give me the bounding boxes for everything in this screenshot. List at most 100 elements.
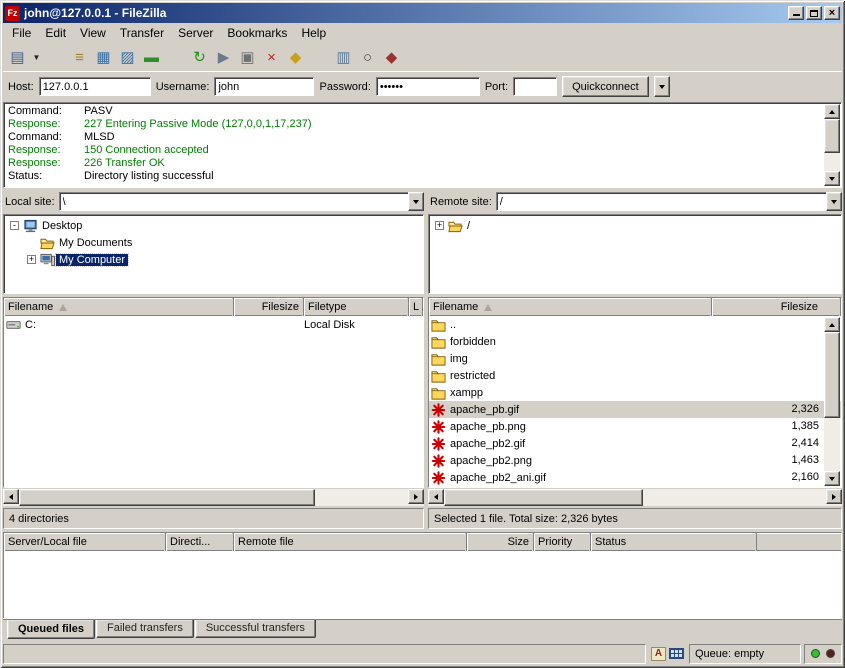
queue-tab[interactable]: Queued files [7, 620, 95, 639]
titlebar[interactable]: Fz john@127.0.0.1 - FileZilla × [3, 3, 842, 23]
filter-button[interactable]: ◆ [284, 47, 307, 69]
toolbar-separator[interactable] [164, 47, 187, 69]
scroll-up-button[interactable] [824, 317, 840, 332]
password-input[interactable] [376, 77, 480, 96]
remote-site-input[interactable] [496, 192, 826, 211]
remote-file-row[interactable]: apache_pb.gif 2,326 [429, 401, 841, 418]
keypad-icon[interactable] [669, 648, 684, 659]
scroll-left-button[interactable] [3, 489, 19, 504]
queue-body[interactable] [4, 551, 841, 618]
log-lines: Command: PASV Response: 227 Entering Pas… [4, 103, 841, 185]
menu-item[interactable]: Help [294, 24, 333, 43]
port-input[interactable] [513, 77, 557, 96]
scroll-left-button[interactable] [428, 489, 444, 504]
remote-file-row[interactable]: xampp [429, 384, 841, 401]
scroll-up-button[interactable] [824, 104, 840, 119]
remote-site-dropdown-button[interactable] [826, 192, 842, 211]
port-label: Port: [485, 81, 508, 93]
toolbar-separator[interactable] [308, 47, 331, 69]
column-header[interactable]: Filesize [234, 298, 304, 316]
scrollbar-thumb[interactable] [444, 489, 643, 506]
refresh-button[interactable]: ↻ [188, 47, 211, 69]
local-site-dropdown-button[interactable] [408, 192, 424, 211]
tree-expander-icon[interactable]: - [10, 221, 19, 230]
remote-pane: Remote site: + / [428, 190, 842, 529]
process-queue-button[interactable]: ▶ [212, 47, 235, 69]
remote-file-rows: .. forbidden [429, 316, 841, 486]
toolbar-separator[interactable] [44, 47, 67, 69]
column-header[interactable]: Filesize [712, 298, 841, 316]
scrollbar-thumb[interactable] [824, 332, 840, 418]
column-header[interactable]: Priority [534, 533, 591, 551]
column-header[interactable]: Directi... [166, 533, 234, 551]
transfer-type-indicator-icon[interactable]: A [651, 647, 666, 661]
tree-item[interactable]: + / [429, 217, 841, 234]
scroll-right-button[interactable] [826, 489, 842, 504]
tree-item[interactable]: - Desktop [4, 217, 423, 234]
column-header[interactable]: Status [591, 533, 757, 551]
quickconnect-button[interactable]: Quickconnect [562, 76, 649, 97]
menu-item[interactable]: File [5, 24, 38, 43]
abort-button[interactable]: × [260, 47, 283, 69]
tree-item[interactable]: + My Computer [4, 251, 423, 268]
menu-item[interactable]: Bookmarks [220, 24, 294, 43]
compare-directories-button[interactable]: ▥ [332, 47, 355, 69]
local-horizontal-scrollbar[interactable] [3, 489, 424, 506]
remote-file-row[interactable]: restricted [429, 367, 841, 384]
maximize-button[interactable] [806, 6, 822, 20]
queue-tab[interactable]: Failed transfers [96, 620, 194, 638]
log-scrollbar[interactable] [824, 104, 840, 186]
menu-item[interactable]: Edit [38, 24, 73, 43]
scrollbar-thumb[interactable] [19, 489, 315, 506]
remote-file-row[interactable]: apache_pb.png 1,385 [429, 418, 841, 435]
remote-file-row[interactable]: apache_pb2_ani.gif 2,160 [429, 469, 841, 486]
minimize-button[interactable] [788, 6, 804, 20]
column-header[interactable]: Remote file [234, 533, 467, 551]
column-header[interactable]: L [409, 298, 423, 316]
toggle-remote-tree-button[interactable]: ▨ [116, 47, 139, 69]
menu-item[interactable]: View [73, 24, 113, 43]
scroll-down-button[interactable] [824, 471, 840, 486]
folder-icon [431, 318, 446, 332]
column-header[interactable]: Filetype [304, 298, 409, 316]
close-button[interactable]: × [824, 6, 840, 20]
toggle-message-log-button[interactable]: ≡ [68, 47, 91, 69]
scrollbar-thumb[interactable] [824, 119, 840, 153]
username-input[interactable] [214, 77, 314, 96]
scroll-right-button[interactable] [408, 489, 424, 504]
remote-list-scrollbar[interactable] [824, 317, 840, 486]
remote-file-row[interactable]: forbidden [429, 333, 841, 350]
filezilla-logo-icon: Fz [5, 6, 20, 21]
toggle-queue-button[interactable]: ▬ [140, 47, 163, 69]
tree-expander-icon[interactable]: + [27, 255, 36, 264]
column-header[interactable]: Filename [429, 298, 712, 316]
local-file-row[interactable]: C: Local Disk [4, 316, 423, 333]
column-header[interactable]: Server/Local file [4, 533, 166, 551]
scroll-down-button[interactable] [824, 171, 840, 186]
toggle-local-tree-button[interactable]: ▦ [92, 47, 115, 69]
remote-file-row[interactable]: apache_pb2.gif 2,414 [429, 435, 841, 452]
log-line: Command: MLSD [8, 131, 821, 144]
preview-button[interactable]: ▣ [236, 47, 259, 69]
site-manager-button[interactable]: ▤ [6, 47, 29, 69]
tree-item[interactable]: My Documents [4, 234, 423, 251]
remote-horizontal-scrollbar[interactable] [428, 489, 842, 506]
quickconnect-dropdown-button[interactable] [654, 76, 670, 97]
remote-file-row[interactable]: img [429, 350, 841, 367]
tree-expander-icon[interactable]: + [435, 221, 444, 230]
site-manager-dropdown-button[interactable]: ▼ [30, 47, 43, 69]
remote-file-row[interactable]: .. [429, 316, 841, 333]
menu-item[interactable]: Transfer [113, 24, 171, 43]
column-header[interactable]: Size [467, 533, 534, 551]
log-line: Command: PASV [8, 105, 821, 118]
column-header[interactable]: Filename [4, 298, 234, 316]
local-pane: Local site: - [3, 190, 424, 529]
remote-file-row[interactable]: apache_pb2.png 1,463 [429, 452, 841, 469]
host-input[interactable] [39, 77, 151, 96]
local-site-input[interactable] [59, 192, 408, 211]
tree-item-label: / [464, 220, 473, 232]
menu-item[interactable]: Server [171, 24, 220, 43]
synchronized-browsing-button[interactable]: ◆ [380, 47, 403, 69]
find-files-button[interactable]: ○ [356, 47, 379, 69]
queue-tab[interactable]: Successful transfers [195, 620, 316, 638]
